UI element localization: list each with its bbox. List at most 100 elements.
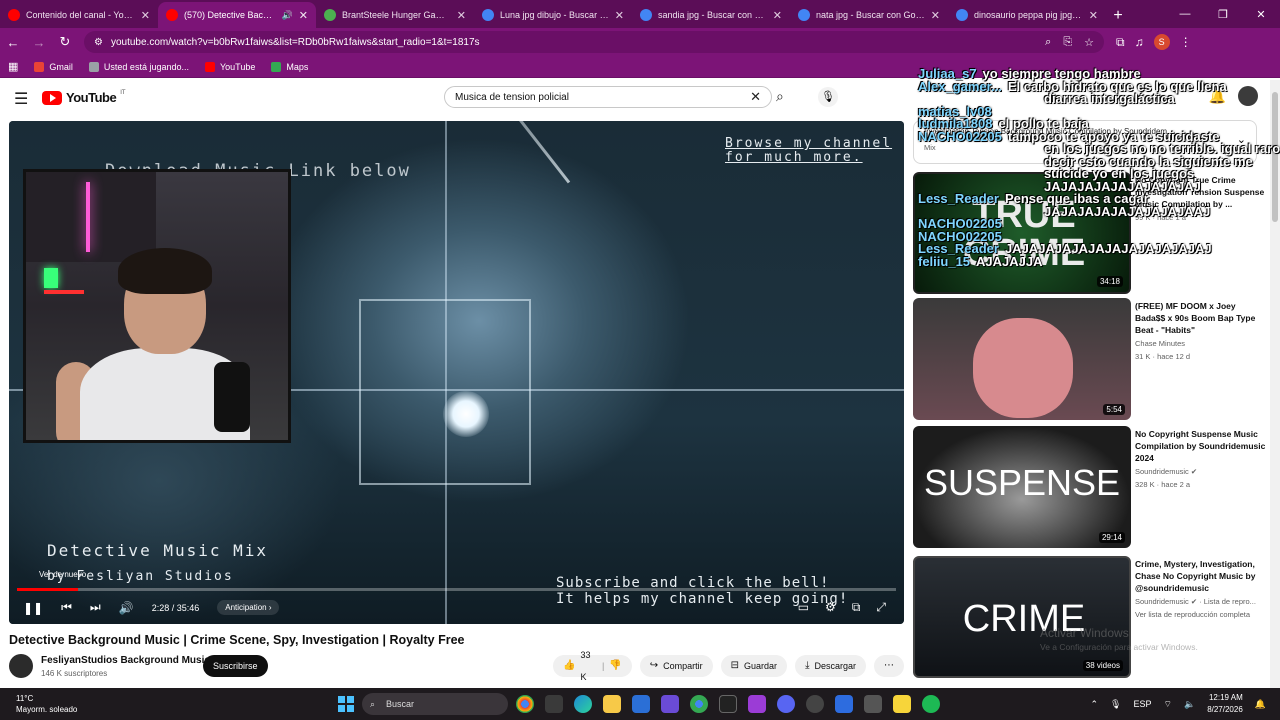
pause-icon[interactable]: ❚❚: [23, 601, 43, 615]
clear-search-icon[interactable]: ✕: [750, 89, 761, 105]
zoom-icon[interactable]: ⌕: [1045, 36, 1051, 49]
subscribe-button[interactable]: Suscribirse: [203, 655, 268, 677]
miniplayer-icon[interactable]: ⧉: [852, 600, 861, 615]
more-actions-button[interactable]: ⋯: [874, 655, 904, 677]
tab-close-icon[interactable]: ✕: [773, 9, 782, 22]
tab-close-icon[interactable]: ✕: [931, 9, 940, 22]
tab-close-icon[interactable]: ✕: [457, 9, 466, 22]
search-input[interactable]: Musica de tension policial ✕: [444, 86, 772, 108]
back-icon[interactable]: ←: [0, 35, 26, 50]
recommended-title[interactable]: Crime, Mystery, Investigation, Chase No …: [1135, 558, 1267, 594]
download-button[interactable]: ⤓ Descargar: [795, 655, 866, 677]
microphone-icon[interactable]: 🎙: [818, 87, 838, 107]
progress-bar[interactable]: [17, 588, 896, 591]
new-tab-button[interactable]: +: [1106, 4, 1130, 28]
bookmark-item[interactable]: Gmail: [34, 61, 73, 72]
outlook-icon[interactable]: [632, 695, 650, 713]
app-icon[interactable]: [835, 695, 853, 713]
discord-icon[interactable]: [777, 695, 795, 713]
notification-bell-icon[interactable]: 🔔: [1255, 699, 1266, 710]
edge-icon[interactable]: [574, 695, 592, 713]
bookmark-item[interactable]: YouTube: [204, 61, 255, 72]
like-button[interactable]: 👍 33 K | 👎: [553, 650, 632, 682]
browser-tab[interactable]: (570) Detective Background 🔊 ✕: [158, 2, 316, 28]
previous-icon[interactable]: ⏮: [61, 600, 72, 615]
share-button[interactable]: ↪ Compartir: [639, 655, 713, 677]
browser-tab[interactable]: nata jpg - Buscar con Google ✕: [790, 2, 948, 28]
playlist-thumbnail[interactable]: CRIME 38 videos: [913, 556, 1131, 678]
tab-audio-icon[interactable]: 🔊: [282, 10, 293, 21]
taskbar-search[interactable]: ⌕ Buscar: [362, 693, 508, 715]
minimize-icon[interactable]: —: [1166, 8, 1204, 20]
sticky-notes-icon[interactable]: [893, 695, 911, 713]
settings-gear-icon[interactable]: ⚙: [825, 600, 836, 615]
obs-icon[interactable]: [864, 695, 882, 713]
speaker-icon[interactable]: 🔈: [1184, 699, 1195, 710]
windows-start-icon[interactable]: [338, 696, 354, 712]
recommended-playlist[interactable]: CRIME 38 videos Crime, Mystery, Investig…: [913, 556, 1273, 678]
forward-icon[interactable]: →: [26, 35, 52, 50]
menu-kebab-icon[interactable]: ⋮: [1180, 35, 1192, 49]
next-icon[interactable]: ⏭: [90, 600, 101, 615]
save-button[interactable]: ⊟ Guardar: [720, 655, 788, 677]
site-info-icon[interactable]: ⚙: [94, 37, 103, 48]
tray-chevron-icon[interactable]: ⌃: [1091, 699, 1099, 710]
recommended-title[interactable]: (FREE) MF DOOM x Joey Bada$$ x 90s Boom …: [1135, 300, 1267, 336]
media-control-icon[interactable]: ♫: [1135, 35, 1144, 49]
steam-icon[interactable]: [806, 695, 824, 713]
recommended-video[interactable]: SUSPENSE 29:14 No Copyright Suspense Mus…: [913, 426, 1273, 548]
browser-tab[interactable]: BrantSteele Hunger Games Sim ✕: [316, 2, 474, 28]
extensions-icon[interactable]: ⧉: [1116, 35, 1125, 50]
tray-mic-icon[interactable]: 🎙: [1110, 699, 1121, 710]
volume-icon[interactable]: 🔊: [119, 601, 134, 615]
tab-close-icon[interactable]: ✕: [1089, 9, 1098, 22]
recommended-title[interactable]: No Copyright Suspense Music Compilation …: [1135, 428, 1267, 464]
browser-tab[interactable]: Luna jpg dibujo - Buscar con G ✕: [474, 2, 632, 28]
channel-avatar[interactable]: [9, 654, 33, 678]
podcast-icon[interactable]: [748, 695, 766, 713]
recommended-video[interactable]: 5:54 (FREE) MF DOOM x Joey Bada$$ x 90s …: [913, 298, 1273, 420]
video-thumbnail[interactable]: 5:54: [913, 298, 1131, 420]
channel-name[interactable]: FesliyanStudios Background Music: [41, 655, 210, 666]
webcam-person-hair: [118, 248, 212, 294]
profile-avatar[interactable]: S: [1153, 34, 1170, 50]
restore-icon[interactable]: ❐: [1204, 8, 1242, 21]
install-icon[interactable]: ⎘: [1063, 36, 1072, 49]
chrome-icon[interactable]: [516, 695, 534, 713]
store-icon[interactable]: [661, 695, 679, 713]
calculator-icon[interactable]: [545, 695, 563, 713]
browser-tab[interactable]: Contenido del canal - YouTube ✕: [0, 2, 158, 28]
spotify-icon[interactable]: [922, 695, 940, 713]
weather-widget[interactable]: 11°C Mayorm. soleado: [16, 693, 77, 715]
scrollbar-thumb[interactable]: [1272, 92, 1278, 222]
tab-close-icon[interactable]: ✕: [141, 9, 150, 22]
subtitles-icon[interactable]: ▭: [798, 600, 809, 615]
fullscreen-icon[interactable]: ⤢: [876, 600, 886, 615]
browser-tab[interactable]: sandia jpg - Buscar con Google ✕: [632, 2, 790, 28]
wifi-icon[interactable]: ⌔: [1164, 699, 1172, 710]
tab-close-icon[interactable]: ✕: [299, 9, 308, 22]
bookmark-star-icon[interactable]: ☆: [1084, 36, 1094, 49]
page-scrollbar[interactable]: [1270, 80, 1280, 688]
reload-icon[interactable]: ↻: [52, 34, 78, 50]
close-window-icon[interactable]: ✕: [1242, 8, 1280, 21]
chrome-profile-icon[interactable]: [690, 695, 708, 713]
video-thumbnail[interactable]: SUSPENSE 29:14: [913, 426, 1131, 548]
search-icon[interactable]: ⌕: [776, 88, 784, 105]
bookmark-item[interactable]: Maps: [271, 61, 308, 72]
chapter-button[interactable]: Anticipation ›: [217, 600, 280, 615]
address-bar[interactable]: ⚙ youtube.com/watch?v=b0bRw1faiws&list=R…: [84, 31, 1104, 53]
language-indicator[interactable]: ESP: [1133, 699, 1151, 709]
browser-tab[interactable]: dinosaurio peppa pig jpg - Bus ✕: [948, 2, 1106, 28]
video-player[interactable]: Download Music Link below Browse my chan…: [9, 121, 904, 624]
view-full-playlist-link[interactable]: Ver lista de reproducción completa: [1135, 609, 1267, 620]
tab-close-icon[interactable]: ✕: [615, 9, 624, 22]
youtube-logo[interactable]: YouTube IT: [42, 90, 126, 105]
clock[interactable]: 12:19 AM 8/27/2026: [1207, 692, 1243, 716]
file-explorer-icon[interactable]: [603, 695, 621, 713]
epic-games-icon[interactable]: [719, 695, 737, 713]
hamburger-menu-icon[interactable]: ☰: [14, 89, 28, 109]
apps-grid-icon[interactable]: ▦: [8, 60, 18, 73]
thumbs-down-icon[interactable]: 👎: [609, 655, 621, 677]
bookmark-item[interactable]: Usted está jugando...: [88, 61, 189, 72]
